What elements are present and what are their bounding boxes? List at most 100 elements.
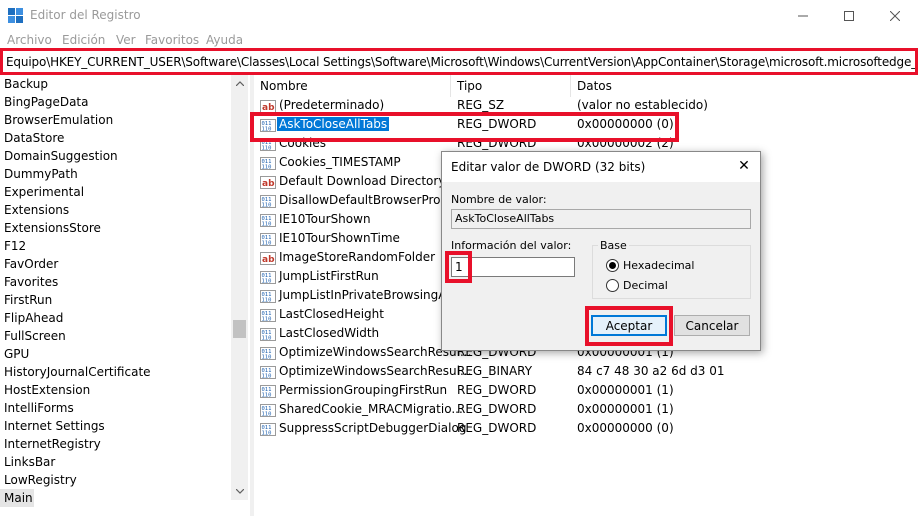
- menu-favoritos[interactable]: Favoritos: [145, 33, 199, 47]
- dialog-title-bar: Editar valor de DWORD (32 bits) ✕: [442, 152, 760, 182]
- scroll-up-button[interactable]: [231, 75, 248, 92]
- binary-value-icon: 011110: [260, 328, 276, 342]
- menu-archivo[interactable]: Archivo: [7, 33, 52, 47]
- svg-text:110: 110: [262, 146, 272, 152]
- value-name: Cookies_TIMESTAMP: [279, 155, 401, 169]
- maximize-button[interactable]: [826, 0, 872, 31]
- value-data: 0x00000000 (0): [577, 117, 674, 131]
- value-type: REG_BINARY: [457, 364, 533, 378]
- binary-value-icon: 011110: [260, 138, 276, 152]
- value-data: 0x00000001 (1): [577, 402, 674, 416]
- value-row[interactable]: ab (Predeterminado) REG_SZ (valor no establ…: [254, 97, 918, 116]
- address-bar[interactable]: Equipo\HKEY_CURRENT_USER\Software\Classe…: [0, 48, 918, 75]
- menu-ver[interactable]: Ver: [116, 33, 136, 47]
- value-name: LastClosedWidth: [279, 326, 380, 340]
- tree-item[interactable]: Extensions: [4, 201, 69, 219]
- close-icon: [890, 10, 900, 21]
- tree-item[interactable]: BrowserEmulation: [4, 111, 113, 129]
- value-name: LastClosedHeight: [279, 307, 384, 321]
- svg-text:110: 110: [262, 393, 272, 399]
- dialog-close-icon[interactable]: ✕: [736, 158, 752, 174]
- tree-item[interactable]: HostExtension: [4, 381, 90, 399]
- svg-text:110: 110: [262, 127, 272, 133]
- string-value-icon: ab: [260, 176, 276, 189]
- value-data: 0x00000001 (1): [577, 383, 674, 397]
- tree-item[interactable]: Favorites: [4, 273, 58, 291]
- value-row[interactable]: 011 110 OptimizeWindowsSearchResul... REG_B…: [254, 363, 918, 382]
- tree-item[interactable]: Backup: [4, 75, 48, 93]
- binary-value-icon: 011110: [260, 385, 276, 399]
- tree-item[interactable]: F12: [4, 237, 26, 255]
- value-row[interactable]: 011 110 AskToCloseAllTabs REG_DWORD 0x000000…: [254, 116, 918, 135]
- binary-value-icon: 011110: [260, 195, 276, 209]
- tree-item[interactable]: FullScreen: [4, 327, 66, 345]
- svg-text:ab: ab: [262, 103, 275, 113]
- svg-text:110: 110: [262, 431, 272, 437]
- value-name-label: Nombre de valor:: [451, 193, 547, 206]
- binary-value-icon: 011110: [260, 157, 276, 171]
- svg-text:110: 110: [262, 241, 272, 247]
- tree-item[interactable]: FavOrder: [4, 255, 58, 273]
- menu-ayuda[interactable]: Ayuda: [206, 33, 243, 47]
- tree-item[interactable]: ExtensionsStore: [4, 219, 101, 237]
- svg-text:110: 110: [262, 412, 272, 418]
- tree-item[interactable]: BingPageData: [4, 93, 89, 111]
- value-type: REG_SZ: [457, 98, 505, 112]
- menu-edicion[interactable]: Edición: [62, 33, 105, 47]
- tree-item[interactable]: InternetRegistry: [4, 435, 101, 453]
- menu-bar: Archivo Edición Ver Favoritos Ayuda: [0, 31, 918, 48]
- svg-text:110: 110: [262, 355, 272, 361]
- svg-text:110: 110: [262, 222, 272, 228]
- value-name: JumpListInPrivateBrowsingAllo: [279, 288, 461, 302]
- regedit-icon: [8, 8, 23, 23]
- tree-scrollbar[interactable]: [231, 75, 248, 500]
- value-data: 84 c7 48 30 a2 6d d3 01: [577, 364, 725, 378]
- value-name: ImageStoreRandomFolder: [279, 250, 436, 264]
- tree-item[interactable]: LinksBar: [4, 453, 55, 471]
- tree-item[interactable]: FlipAhead: [4, 309, 63, 327]
- value-name: PermissionGroupingFirstRun: [279, 383, 448, 397]
- tree-item[interactable]: LowRegistry: [4, 471, 77, 489]
- radio-hexadecimal[interactable]: [606, 259, 619, 272]
- dialog-title: Editar valor de DWORD (32 bits): [451, 160, 646, 174]
- ok-button[interactable]: Aceptar: [591, 315, 667, 336]
- radio-hexadecimal-label[interactable]: Hexadecimal: [623, 259, 694, 272]
- minimize-icon: [798, 15, 808, 16]
- tree-item[interactable]: FirstRun: [4, 291, 52, 309]
- binary-value-icon: 011110: [260, 347, 276, 361]
- tree-item[interactable]: IntelliForms: [4, 399, 74, 417]
- tree-item[interactable]: DummyPath: [4, 165, 78, 183]
- radio-decimal[interactable]: [606, 279, 619, 292]
- column-name[interactable]: Nombre: [254, 75, 451, 97]
- value-row[interactable]: 011 110 SuppressScriptDebuggerDialog REG_DW…: [254, 420, 918, 439]
- value-row[interactable]: 011 110 PermissionGroupingFirstRun REG_DWOR…: [254, 382, 918, 401]
- value-row[interactable]: 011 110 SharedCookie_MRACMigratio... REG_DW…: [254, 401, 918, 420]
- value-type: REG_DWORD: [457, 117, 537, 131]
- svg-text:110: 110: [262, 336, 272, 342]
- tree-item[interactable]: HistoryJournalCertificate: [4, 363, 151, 381]
- scroll-thumb[interactable]: [233, 320, 246, 338]
- window-title: Editor del Registro: [30, 8, 141, 22]
- close-button[interactable]: [872, 0, 918, 31]
- tree-item[interactable]: Internet Settings: [4, 417, 105, 435]
- value-data-input[interactable]: 1: [451, 257, 575, 277]
- tree-item[interactable]: DataStore: [4, 129, 64, 147]
- binary-value-icon: 011110: [260, 309, 276, 323]
- tree-item[interactable]: GPU: [4, 345, 29, 363]
- tree-item-selected[interactable]: Main: [0, 489, 34, 507]
- value-data: 0x00000000 (0): [577, 421, 674, 435]
- value-data-label: Información del valor:: [451, 239, 572, 252]
- column-data[interactable]: Datos: [571, 75, 918, 97]
- tree-item[interactable]: DomainSuggestion: [4, 147, 118, 165]
- scroll-down-button[interactable]: [231, 483, 248, 500]
- radio-decimal-label[interactable]: Decimal: [623, 279, 668, 292]
- column-type[interactable]: Tipo: [451, 75, 571, 97]
- svg-text:110: 110: [262, 298, 272, 304]
- value-name: OptimizeWindowsSearchResul...: [279, 364, 472, 378]
- minimize-button[interactable]: [780, 0, 826, 31]
- string-value-icon: ab: [260, 252, 276, 265]
- tree-item[interactable]: Experimental: [4, 183, 84, 201]
- cancel-button[interactable]: Cancelar: [674, 315, 750, 336]
- value-data: (valor no establecido): [577, 98, 708, 112]
- value-name: IE10TourShownTime: [279, 231, 400, 245]
